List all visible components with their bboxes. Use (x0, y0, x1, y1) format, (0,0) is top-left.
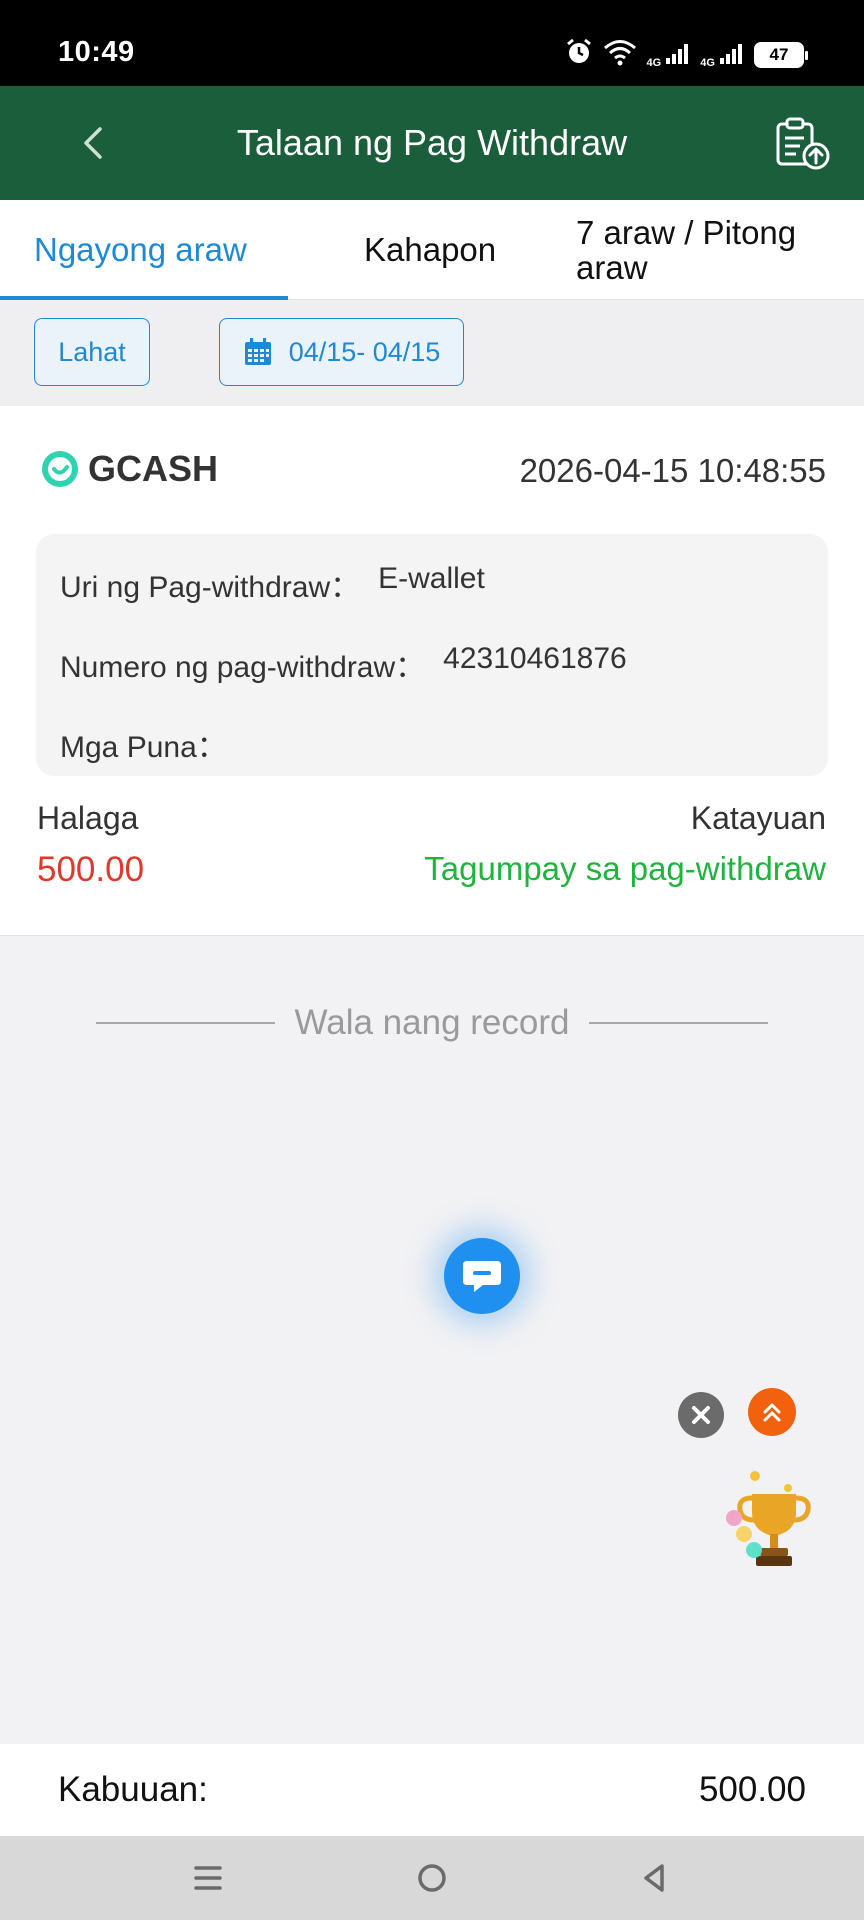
gcash-logo-icon (42, 451, 78, 487)
chat-button[interactable] (444, 1238, 520, 1314)
status-value: Tagumpay sa pag-withdraw (424, 850, 826, 887)
home-circle-icon (418, 1864, 446, 1892)
withdraw-type-label: Uri ng Pag-withdraw： (60, 571, 361, 604)
scroll-top-button[interactable] (748, 1388, 796, 1436)
date-tabs: Ngayong araw Kahapon 7 araw / Pitong ara… (0, 200, 864, 300)
withdraw-number-label: Numero ng pag-withdraw： (60, 651, 426, 684)
status-icons: 4G 4G 47 (565, 38, 808, 71)
app-header: Talaan ng Pag Withdraw (0, 86, 864, 200)
status-time: 10:49 (58, 36, 135, 68)
divider-right (589, 1022, 768, 1024)
total-label: Kabuuan: (58, 1770, 208, 1809)
calendar-icon (244, 338, 271, 365)
brand-name: GCASH (88, 448, 219, 489)
net2-label: 4G (700, 56, 715, 69)
tab-yesterday[interactable]: Kahapon (364, 200, 496, 300)
tab-today[interactable]: Ngayong araw (34, 200, 247, 300)
record-details: Uri ng Pag-withdraw： E-wallet Numero ng … (36, 534, 828, 776)
nav-back-button[interactable] (630, 1856, 678, 1900)
withdraw-number-row: Numero ng pag-withdraw： 42310461876 (60, 642, 627, 686)
tab-seven-days[interactable]: 7 araw / Pitong araw (576, 200, 836, 300)
chat-bubble-icon (463, 1261, 501, 1292)
wifi-icon (603, 38, 637, 71)
back-triangle-icon (644, 1864, 664, 1892)
trophy-icon (726, 1471, 811, 1566)
total-bar: Kabuuan: 500.00 (0, 1744, 864, 1836)
nav-menu-button[interactable] (184, 1856, 232, 1900)
close-icon (692, 1406, 710, 1424)
status-bar: 10:49 4G 4G 47 (0, 0, 864, 86)
close-float-button[interactable] (678, 1392, 724, 1438)
divider-left (96, 1022, 275, 1024)
system-nav-bar (0, 1836, 864, 1920)
filter-bar: Lahat 04/15- 04/15 (0, 300, 864, 406)
nav-home-button[interactable] (408, 1856, 456, 1900)
date-range-button[interactable]: 04/15- 04/15 (219, 318, 464, 386)
signal-4g-icon-2: 4G (700, 42, 744, 68)
net1-label: 4G (646, 56, 662, 69)
records-button[interactable] (772, 116, 832, 172)
remarks-row: Mga Puna： (60, 722, 245, 766)
clipboard-upload-icon (776, 117, 830, 170)
double-chevron-up-icon (763, 1403, 781, 1422)
amount-label: Halaga (37, 800, 139, 836)
no-more-records-text: Wala nang record (294, 1003, 570, 1042)
status-label: Katayuan (690, 800, 826, 836)
page-title: Talaan ng Pag Withdraw (236, 122, 628, 163)
menu-icon (194, 1866, 222, 1890)
withdraw-record-card[interactable]: GCASH 2026-04-15 10:48:55 Uri ng Pag-wit… (0, 406, 864, 936)
payment-brand: GCASH (40, 448, 218, 490)
date-range-label: 04/15- 04/15 (288, 336, 441, 367)
filter-all-button[interactable]: Lahat (34, 318, 150, 386)
leaderboard-trophy-button[interactable] (720, 1466, 816, 1574)
battery-icon: 47 (754, 41, 808, 68)
withdraw-type-value: E-wallet (378, 562, 485, 595)
signal-4g-icon: 4G (647, 42, 691, 68)
record-datetime: 2026-04-15 10:48:55 (519, 452, 826, 489)
remarks-label: Mga Puna： (60, 731, 227, 764)
amount-value: 500.00 (37, 850, 145, 889)
alarm-icon (565, 38, 593, 71)
total-value: 500.00 (698, 1770, 806, 1809)
no-more-records: Wala nang record (96, 1000, 768, 1046)
withdraw-type-row: Uri ng Pag-withdraw： E-wallet (60, 562, 485, 606)
withdraw-number-value: 42310461876 (443, 642, 627, 675)
